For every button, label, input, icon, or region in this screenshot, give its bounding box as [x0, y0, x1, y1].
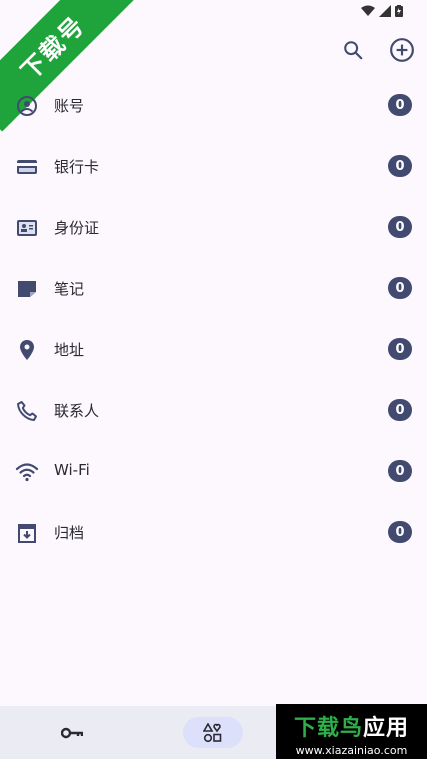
watermark-brand-green: 下载鸟	[293, 716, 363, 741]
count-badge: 0	[388, 338, 412, 360]
category-item-wifi[interactable]: Wi-Fi 0	[0, 442, 427, 503]
watermark-logo: 下载鸟应用 www.xiazainiao.com	[276, 704, 427, 759]
category-item-bank-card[interactable]: 银行卡 0	[0, 137, 427, 198]
nav-categories[interactable]	[183, 717, 243, 748]
battery-icon	[395, 5, 403, 17]
category-label: 身份证	[54, 219, 100, 237]
archive-icon	[18, 524, 36, 543]
count-badge: 0	[388, 155, 412, 177]
count-badge: 0	[388, 216, 412, 238]
wifi-icon	[15, 463, 39, 482]
count-badge: 0	[388, 399, 412, 421]
note-icon	[18, 281, 36, 297]
category-label: 账号	[54, 97, 85, 115]
category-list: 账号 0 银行卡 0 身份证 0 笔记 0 地址 0 联系人 0 Wi-Fi 0…	[0, 76, 427, 564]
phone-icon	[17, 401, 37, 421]
watermark-url: www.xiazainiao.com	[295, 744, 408, 757]
account-icon	[17, 96, 37, 116]
category-label: 联系人	[54, 402, 100, 420]
category-label: 地址	[54, 341, 85, 359]
credit-card-icon	[17, 160, 37, 174]
signal-icon	[379, 5, 391, 17]
categories-icon	[203, 722, 222, 742]
search-button[interactable]	[339, 36, 367, 64]
category-item-notes[interactable]: 笔记 0	[0, 259, 427, 320]
count-badge: 0	[388, 94, 412, 116]
add-circle-icon	[390, 38, 414, 62]
category-label: 笔记	[54, 280, 85, 298]
category-item-contacts[interactable]: 联系人 0	[0, 381, 427, 442]
nav-passwords[interactable]	[57, 717, 87, 748]
id-card-icon	[17, 220, 37, 236]
category-label: 归档	[54, 524, 85, 542]
category-item-archive[interactable]: 归档 0	[0, 503, 427, 564]
category-item-address[interactable]: 地址 0	[0, 320, 427, 381]
count-badge: 0	[388, 460, 412, 482]
watermark-brand-white: 应用	[363, 716, 410, 741]
key-icon	[61, 727, 83, 738]
category-item-id-card[interactable]: 身份证 0	[0, 198, 427, 259]
category-label: 银行卡	[54, 158, 100, 176]
search-icon	[344, 41, 363, 60]
category-item-account[interactable]: 账号 0	[0, 76, 427, 137]
count-badge: 0	[388, 277, 412, 299]
add-button[interactable]	[388, 36, 416, 64]
category-label: Wi-Fi	[54, 461, 90, 479]
count-badge: 0	[388, 521, 412, 543]
wifi-status-icon	[361, 5, 375, 16]
location-icon	[20, 340, 34, 360]
